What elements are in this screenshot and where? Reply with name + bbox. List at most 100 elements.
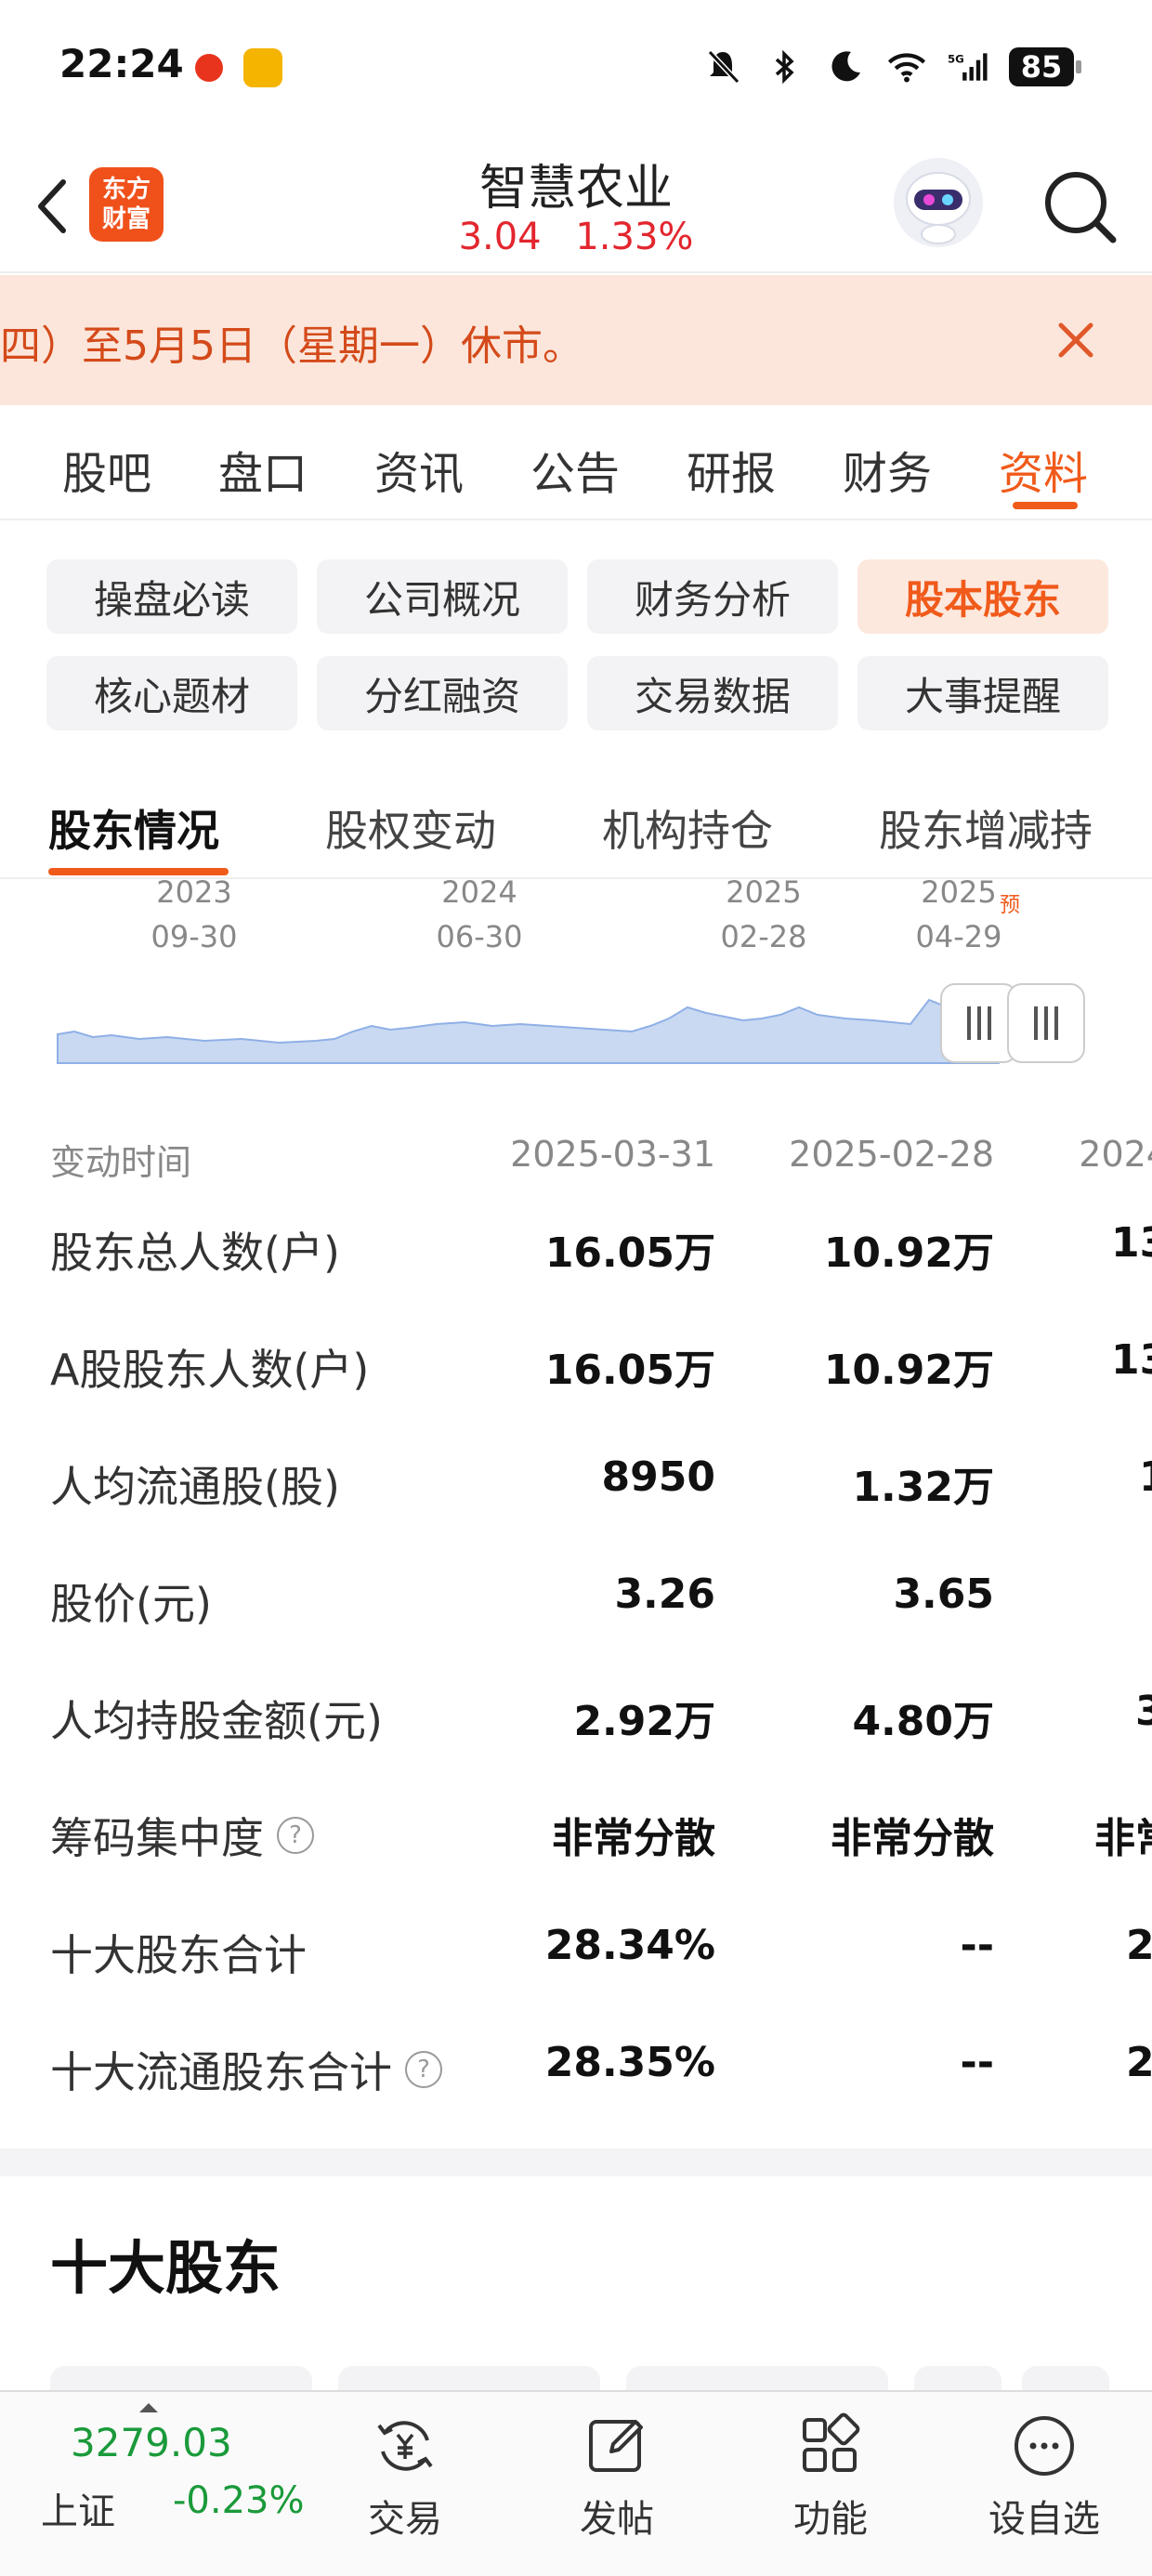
search-button[interactable] bbox=[1039, 165, 1122, 249]
more-icon bbox=[1011, 2412, 1078, 2479]
overview-area-chart bbox=[57, 998, 1000, 1064]
stock-price: 3.04 bbox=[458, 216, 542, 258]
row-value: 4.80万 bbox=[852, 1698, 994, 1745]
post-button[interactable]: 发帖 bbox=[543, 2412, 691, 2543]
trade-button[interactable]: 交易 bbox=[331, 2412, 479, 2543]
row-label-text: 筹码集中度 bbox=[50, 1813, 264, 1863]
app-notification-icon bbox=[195, 54, 223, 82]
subtab-institutions[interactable]: 机构持仓 bbox=[602, 797, 773, 859]
row-value: 10.92万 bbox=[823, 1229, 994, 1277]
status-time: 22:24 bbox=[59, 41, 184, 86]
wifi-icon bbox=[886, 46, 927, 87]
bluetooth-icon bbox=[764, 46, 805, 87]
row-label: 筹码集中度 ? bbox=[50, 1805, 314, 1866]
tab-guba[interactable]: 股吧 bbox=[37, 437, 177, 502]
row-value: 28.34% bbox=[544, 1922, 715, 1969]
chart-x-label: 2025 02-28 bbox=[671, 870, 857, 959]
moon-icon bbox=[825, 46, 866, 87]
functions-label: 功能 bbox=[793, 2498, 868, 2541]
chip-dividend-financing[interactable]: 分红融资 bbox=[317, 656, 568, 730]
row-label: A股股东人数(户) bbox=[50, 1345, 370, 1395]
row-value: 2.92万 bbox=[573, 1698, 715, 1745]
caret-up-icon bbox=[139, 2403, 158, 2412]
row-value: 28.35% bbox=[544, 2039, 715, 2086]
notice-text: 四）至5月5日（星期一）休市。 bbox=[0, 322, 583, 370]
x-label-year: 2023 bbox=[156, 874, 232, 910]
row-value: 16.05万 bbox=[544, 1347, 715, 1394]
row-value: 3 bbox=[1135, 1688, 1152, 1735]
mute-icon bbox=[702, 46, 743, 87]
tab-pankou[interactable]: 盘口 bbox=[193, 437, 333, 502]
top-ten-shareholders-title: 十大股东 bbox=[50, 2234, 281, 2302]
chip-trading-data[interactable]: 交易数据 bbox=[587, 656, 838, 730]
index-change: -0.23% bbox=[173, 2479, 305, 2522]
tab-profile[interactable]: 资料 bbox=[974, 437, 1113, 502]
chip-share-capital[interactable]: 股本股东 bbox=[857, 559, 1108, 634]
index-value: 3279.03 bbox=[71, 2420, 232, 2465]
row-value: 10.92万 bbox=[823, 1347, 994, 1394]
tab-announcements[interactable]: 公告 bbox=[505, 437, 645, 502]
row-label-text: 十大流通股东合计 bbox=[50, 2047, 392, 2097]
tab-finance[interactable]: 财务 bbox=[818, 437, 957, 502]
row-value: 3.65 bbox=[893, 1571, 994, 1618]
row-value: -- bbox=[960, 2039, 994, 2086]
sub-tab-bar: 股东情况 股权变动 机构持仓 股东增减持 bbox=[0, 771, 1152, 879]
assistant-robot-icon[interactable] bbox=[894, 158, 983, 247]
predicted-tag: 预 bbox=[1000, 894, 1021, 917]
row-value: 1 bbox=[1139, 1453, 1152, 1501]
x-label-date: 04-29 bbox=[915, 919, 1002, 954]
battery-icon: 85 bbox=[1009, 47, 1081, 86]
stock-change: 1.33% bbox=[575, 216, 694, 258]
tab-research[interactable]: 研报 bbox=[661, 437, 801, 502]
x-label-year: 2024 bbox=[441, 874, 517, 910]
x-label-date: 09-30 bbox=[151, 919, 238, 954]
trade-label: 交易 bbox=[368, 2498, 442, 2541]
functions-button[interactable]: 功能 bbox=[756, 2412, 905, 2543]
stock-header: 东方 财富 智慧农业 3.04 1.33% bbox=[0, 139, 1152, 273]
grid-icon bbox=[797, 2412, 864, 2479]
chart-x-label: 2024 06-30 bbox=[386, 870, 572, 959]
car-notification-icon bbox=[243, 48, 282, 87]
chip-core-themes[interactable]: 核心题材 bbox=[46, 656, 297, 730]
row-label: 股东总人数(户) bbox=[50, 1228, 340, 1278]
market-closure-notice: 四）至5月5日（星期一）休市。 bbox=[0, 275, 1152, 405]
close-icon bbox=[1058, 322, 1093, 358]
edit-icon bbox=[583, 2412, 650, 2479]
main-tab-indicator bbox=[1013, 502, 1078, 509]
yuan-exchange-icon bbox=[372, 2412, 439, 2479]
row-label: 股价(元) bbox=[50, 1579, 212, 1629]
subtab-equity-changes[interactable]: 股权变动 bbox=[325, 797, 496, 859]
notice-close-button[interactable] bbox=[1052, 316, 1100, 364]
row-value: 2 bbox=[1126, 1922, 1152, 1969]
header-column-date: 2025-03-31 bbox=[510, 1134, 715, 1175]
range-handle-right[interactable] bbox=[1007, 983, 1085, 1063]
row-value: -- bbox=[960, 1922, 994, 1969]
bottom-toolbar: 3279.03 上证 -0.23% 交易 发帖 功能 设自选 bbox=[0, 2390, 1152, 2576]
chart-range-slider[interactable] bbox=[56, 983, 1087, 1067]
chip-trading-guide[interactable]: 操盘必读 bbox=[46, 559, 297, 634]
chart-x-label: 2023 09-30 bbox=[101, 870, 287, 959]
subtab-holding-changes[interactable]: 股东增减持 bbox=[879, 797, 1093, 859]
x-label-year: 2025 bbox=[921, 874, 997, 910]
row-label: 人均持股金额(元) bbox=[50, 1696, 383, 1746]
add-watchlist-button[interactable]: 设自选 bbox=[970, 2412, 1119, 2543]
row-value: 13 bbox=[1111, 1219, 1152, 1267]
tab-news[interactable]: 资讯 bbox=[349, 437, 489, 502]
x-label-year: 2025 bbox=[726, 874, 802, 910]
row-value: 13 bbox=[1111, 1336, 1152, 1384]
row-value: 1.32万 bbox=[852, 1464, 994, 1511]
status-bar: 22:24 5G 85 bbox=[0, 0, 1152, 139]
post-label: 发帖 bbox=[580, 2498, 654, 2541]
header-column-date-text: 2024 bbox=[1079, 1134, 1152, 1175]
help-icon[interactable]: ? bbox=[277, 1817, 314, 1854]
svg-text:5G: 5G bbox=[948, 53, 964, 66]
chip-company-overview[interactable]: 公司概况 bbox=[317, 559, 568, 634]
row-value: 非常分散 bbox=[831, 1815, 994, 1862]
section-divider bbox=[0, 2149, 1152, 2176]
subtab-shareholders[interactable]: 股东情况 bbox=[48, 797, 219, 859]
search-icon bbox=[1045, 172, 1117, 243]
row-value: 8950 bbox=[601, 1453, 715, 1501]
chip-major-events[interactable]: 大事提醒 bbox=[857, 656, 1108, 730]
index-name: 上证 bbox=[41, 2491, 115, 2533]
chip-financial-analysis[interactable]: 财务分析 bbox=[587, 559, 838, 634]
